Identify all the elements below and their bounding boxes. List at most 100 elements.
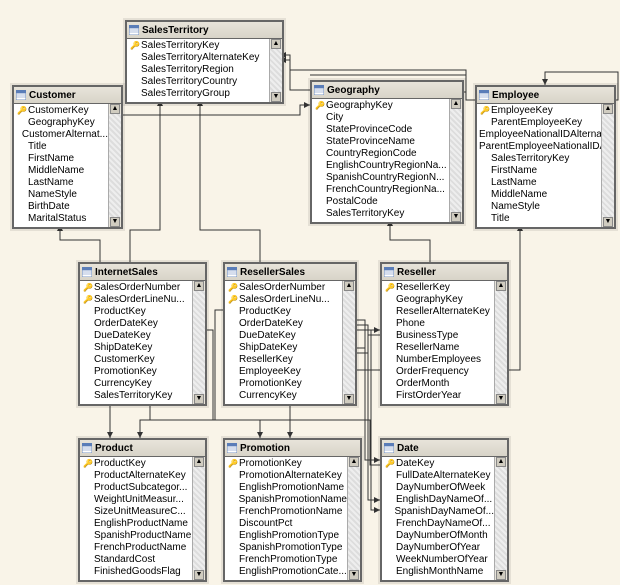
field-row[interactable]: FirstOrderYear [382, 390, 494, 402]
field-row[interactable]: PostalCode [312, 196, 449, 208]
field-row[interactable]: FullDateAlternateKey [382, 470, 494, 482]
field-row[interactable]: SalesTerritoryKey [80, 390, 192, 402]
scrollbar[interactable]: ▲▼ [494, 281, 507, 404]
field-row[interactable]: FrenchCountryRegionNa... [312, 184, 449, 196]
scrollbar[interactable]: ▲▼ [494, 457, 507, 580]
field-row[interactable]: CustomerKey [80, 354, 192, 366]
entity-promotion[interactable]: Promotion🔑PromotionKeyPromotionAlternate… [223, 438, 362, 582]
entity-titlebar[interactable]: Employee [477, 87, 614, 104]
field-row[interactable]: DueDateKey [225, 330, 342, 342]
field-row[interactable]: ShipDateKey [80, 342, 192, 354]
field-row[interactable]: DueDateKey [80, 330, 192, 342]
field-row[interactable]: DiscountPct [225, 518, 347, 530]
field-row[interactable]: SalesTerritoryAlternateKey [127, 52, 269, 64]
field-row[interactable]: ParentEmployeeNationalIDAltern... [477, 141, 601, 153]
scroll-down-icon[interactable]: ▼ [271, 92, 281, 102]
field-row[interactable]: StateProvinceName [312, 136, 449, 148]
field-row[interactable]: FrenchDayNameOf... [382, 518, 494, 530]
field-row[interactable]: 🔑DateKey [382, 458, 494, 470]
scroll-up-icon[interactable]: ▲ [603, 104, 613, 114]
scroll-down-icon[interactable]: ▼ [496, 394, 506, 404]
field-row[interactable]: FrenchProductName [80, 542, 192, 554]
scroll-track[interactable] [193, 467, 205, 570]
entity-geography[interactable]: Geography🔑GeographyKeyCityStateProvinceC… [310, 80, 464, 224]
field-row[interactable]: PromotionKey [80, 366, 192, 378]
field-row[interactable]: 🔑ProductKey [80, 458, 192, 470]
scroll-track[interactable] [109, 114, 121, 217]
scroll-up-icon[interactable]: ▲ [271, 39, 281, 49]
field-row[interactable]: BusinessType [382, 330, 494, 342]
field-row[interactable]: DayNumberOfYear [382, 542, 494, 554]
field-row[interactable]: OrderMonth [382, 378, 494, 390]
scrollbar[interactable]: ▲▼ [192, 281, 205, 404]
scrollbar[interactable]: ▲▼ [347, 457, 360, 580]
entity-titlebar[interactable]: InternetSales [80, 264, 205, 281]
scroll-track[interactable] [193, 291, 205, 394]
scroll-track[interactable] [495, 291, 507, 394]
field-row[interactable]: LastName [14, 177, 108, 189]
field-row[interactable]: OrderFrequency [382, 366, 494, 378]
field-row[interactable]: FinishedGoodsFlag [80, 566, 192, 578]
field-row[interactable]: PromotionAlternateKey [225, 470, 347, 482]
field-row[interactable]: StateProvinceCode [312, 124, 449, 136]
entity-titlebar[interactable]: Date [382, 440, 507, 457]
entity-titlebar[interactable]: Geography [312, 82, 462, 99]
entity-titlebar[interactable]: ResellerSales [225, 264, 355, 281]
scroll-up-icon[interactable]: ▲ [451, 99, 461, 109]
field-row[interactable]: 🔑EmployeeKey [477, 105, 601, 117]
field-row[interactable]: FrenchPromotionName [225, 506, 347, 518]
scrollbar[interactable]: ▲▼ [601, 104, 614, 227]
field-row[interactable]: EnglishPromotionType [225, 530, 347, 542]
field-row[interactable]: DayNumberOfMonth [382, 530, 494, 542]
field-row[interactable]: GeographyKey [14, 117, 108, 129]
entity-titlebar[interactable]: SalesTerritory [127, 22, 282, 39]
field-row[interactable]: SpanishDayNameOf... [382, 506, 494, 518]
scroll-track[interactable] [602, 114, 614, 217]
field-row[interactable]: MiddleName [14, 165, 108, 177]
field-row[interactable]: ProductKey [80, 306, 192, 318]
field-row[interactable]: SalesTerritoryRegion [127, 64, 269, 76]
entity-product[interactable]: Product🔑ProductKeyProductAlternateKeyPro… [78, 438, 207, 582]
scroll-up-icon[interactable]: ▲ [110, 104, 120, 114]
field-row[interactable]: ResellerAlternateKey [382, 306, 494, 318]
field-row[interactable]: ProductAlternateKey [80, 470, 192, 482]
field-row[interactable]: SizeUnitMeasureC... [80, 506, 192, 518]
field-row[interactable]: LastName [477, 177, 601, 189]
scroll-track[interactable] [343, 291, 355, 394]
field-row[interactable]: WeightUnitMeasur... [80, 494, 192, 506]
field-row[interactable]: SpanishPromotionType [225, 542, 347, 554]
field-row[interactable]: MaritalStatus [14, 213, 108, 225]
field-row[interactable]: NameStyle [477, 201, 601, 213]
field-row[interactable]: SpanishCountryRegionN... [312, 172, 449, 184]
scroll-down-icon[interactable]: ▼ [451, 212, 461, 222]
field-row[interactable]: 🔑GeographyKey [312, 100, 449, 112]
scrollbar[interactable]: ▲▼ [449, 99, 462, 222]
scroll-down-icon[interactable]: ▼ [194, 570, 204, 580]
entity-resellerSales[interactable]: ResellerSales🔑SalesOrderNumber🔑SalesOrde… [223, 262, 357, 406]
field-row[interactable]: SalesTerritoryCountry [127, 76, 269, 88]
entity-titlebar[interactable]: Reseller [382, 264, 507, 281]
field-row[interactable]: CurrencyKey [225, 390, 342, 402]
scroll-track[interactable] [495, 467, 507, 570]
field-row[interactable]: EnglishPromotionName [225, 482, 347, 494]
field-row[interactable]: CurrencyKey [80, 378, 192, 390]
field-row[interactable]: Title [14, 141, 108, 153]
field-row[interactable]: FirstName [477, 165, 601, 177]
field-row[interactable]: Title [477, 213, 601, 225]
field-row[interactable]: DayNumberOfWeek [382, 482, 494, 494]
field-row[interactable]: FirstName [14, 153, 108, 165]
field-row[interactable]: Phone [382, 318, 494, 330]
field-row[interactable]: 🔑CustomerKey [14, 105, 108, 117]
field-row[interactable]: EnglishProductName [80, 518, 192, 530]
scroll-up-icon[interactable]: ▲ [344, 281, 354, 291]
field-row[interactable]: 🔑ResellerKey [382, 282, 494, 294]
field-row[interactable]: NameStyle [14, 189, 108, 201]
entity-titlebar[interactable]: Product [80, 440, 205, 457]
field-row[interactable]: SalesTerritoryKey [312, 208, 449, 220]
field-row[interactable]: ParentEmployeeKey [477, 117, 601, 129]
field-row[interactable]: 🔑SalesOrderLineNu... [80, 294, 192, 306]
field-row[interactable]: SalesTerritoryGroup [127, 88, 269, 100]
field-row[interactable]: StandardCost [80, 554, 192, 566]
entity-internetSales[interactable]: InternetSales🔑SalesOrderNumber🔑SalesOrde… [78, 262, 207, 406]
entity-employee[interactable]: Employee🔑EmployeeKeyParentEmployeeKeyEmp… [475, 85, 616, 229]
